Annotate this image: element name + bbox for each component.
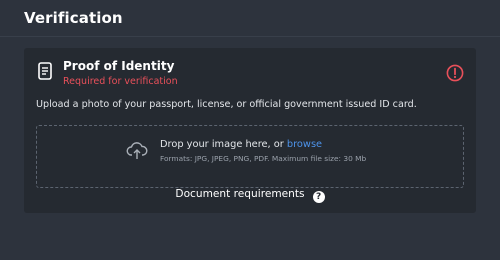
page-title: Verification [24, 9, 123, 27]
document-requirements-label[interactable]: Document requirements [175, 188, 304, 200]
card-title: Proof of Identity [63, 59, 175, 73]
upload-instructions: Upload a photo of your passport, license… [36, 99, 417, 110]
proof-of-identity-card: Proof of Identity Required for verificat… [24, 48, 476, 213]
dropzone-prompt: Drop your image here, or browse [160, 139, 322, 150]
browse-link[interactable]: browse [287, 139, 322, 150]
cloud-upload-icon [126, 142, 148, 159]
document-requirements: Document requirements? [24, 188, 476, 203]
dropzone-formats: Formats: JPG, JPEG, PNG, PDF. Maximum fi… [160, 154, 367, 163]
document-icon [38, 62, 52, 80]
alert-circle-icon [446, 64, 464, 82]
header-divider [0, 36, 500, 37]
upload-dropzone[interactable]: Drop your image here, or browse Formats:… [36, 125, 464, 188]
help-icon[interactable]: ? [312, 191, 325, 203]
card-subtitle: Required for verification [63, 76, 178, 87]
dropzone-prompt-text: Drop your image here, or [160, 139, 287, 150]
